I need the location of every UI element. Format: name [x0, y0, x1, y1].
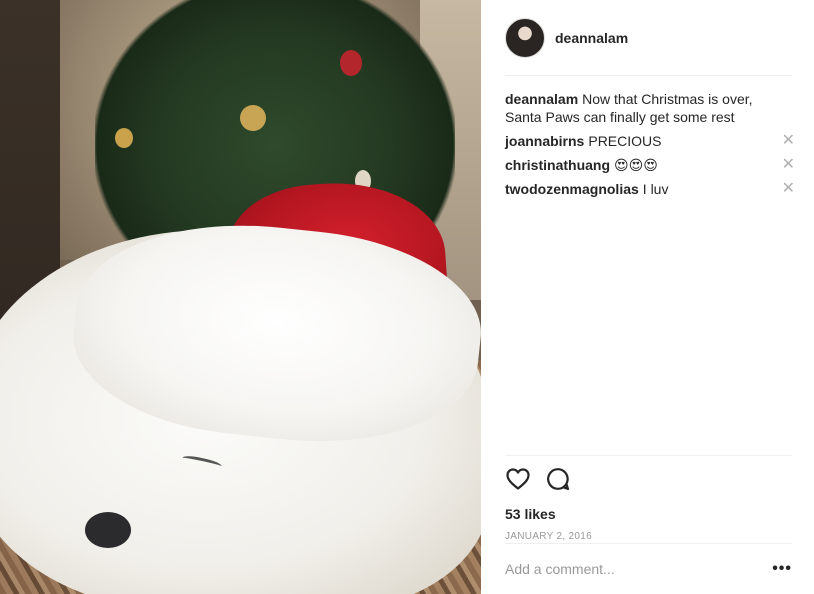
more-options-icon[interactable]: ••• — [772, 561, 792, 577]
list-item: joannabirns PRECIOUS ✕ — [505, 132, 795, 150]
caption: deannalam Now that Christmas is over, San… — [505, 90, 795, 126]
list-item: christinathuang 😍😍😍 ✕ — [505, 156, 795, 174]
comment-username[interactable]: twodozenmagnolias — [505, 181, 639, 197]
comment-input[interactable] — [505, 561, 755, 577]
author-username[interactable]: deannalam — [555, 18, 628, 58]
close-icon[interactable]: ✕ — [782, 132, 795, 150]
list-item: twodozenmagnolias I luv ✕ — [505, 180, 795, 198]
comment-text: I luv — [642, 181, 669, 197]
post-header: deannalam — [505, 18, 792, 76]
post-photo[interactable] — [0, 0, 481, 594]
comment-text: PRECIOUS — [588, 133, 662, 149]
post-actions-section: 53 likes JANUARY 2, 2016 — [505, 455, 792, 542]
post-date: JANUARY 2, 2016 — [505, 531, 592, 542]
caption-username[interactable]: deannalam — [505, 91, 578, 107]
speech-bubble-icon[interactable] — [545, 466, 571, 492]
ornament — [240, 105, 266, 131]
action-bar — [505, 466, 792, 492]
comment-username[interactable]: joannabirns — [505, 133, 584, 149]
heart-icon[interactable] — [505, 466, 531, 492]
avatar[interactable] — [505, 18, 545, 58]
post-side-panel: deannalam deannalam Now that Christmas is… — [481, 0, 814, 594]
comment-username[interactable]: christinathuang — [505, 157, 610, 173]
ornament — [340, 50, 362, 76]
like-count[interactable]: 53 likes — [505, 506, 792, 522]
close-icon[interactable]: ✕ — [782, 156, 795, 174]
comments-list: deannalam Now that Christmas is over, San… — [505, 90, 795, 204]
comment-text: 😍😍😍 — [614, 157, 658, 173]
comment-composer: ••• — [505, 543, 792, 594]
dog-nose — [85, 512, 131, 548]
ornament — [115, 128, 133, 148]
close-icon[interactable]: ✕ — [782, 180, 795, 198]
